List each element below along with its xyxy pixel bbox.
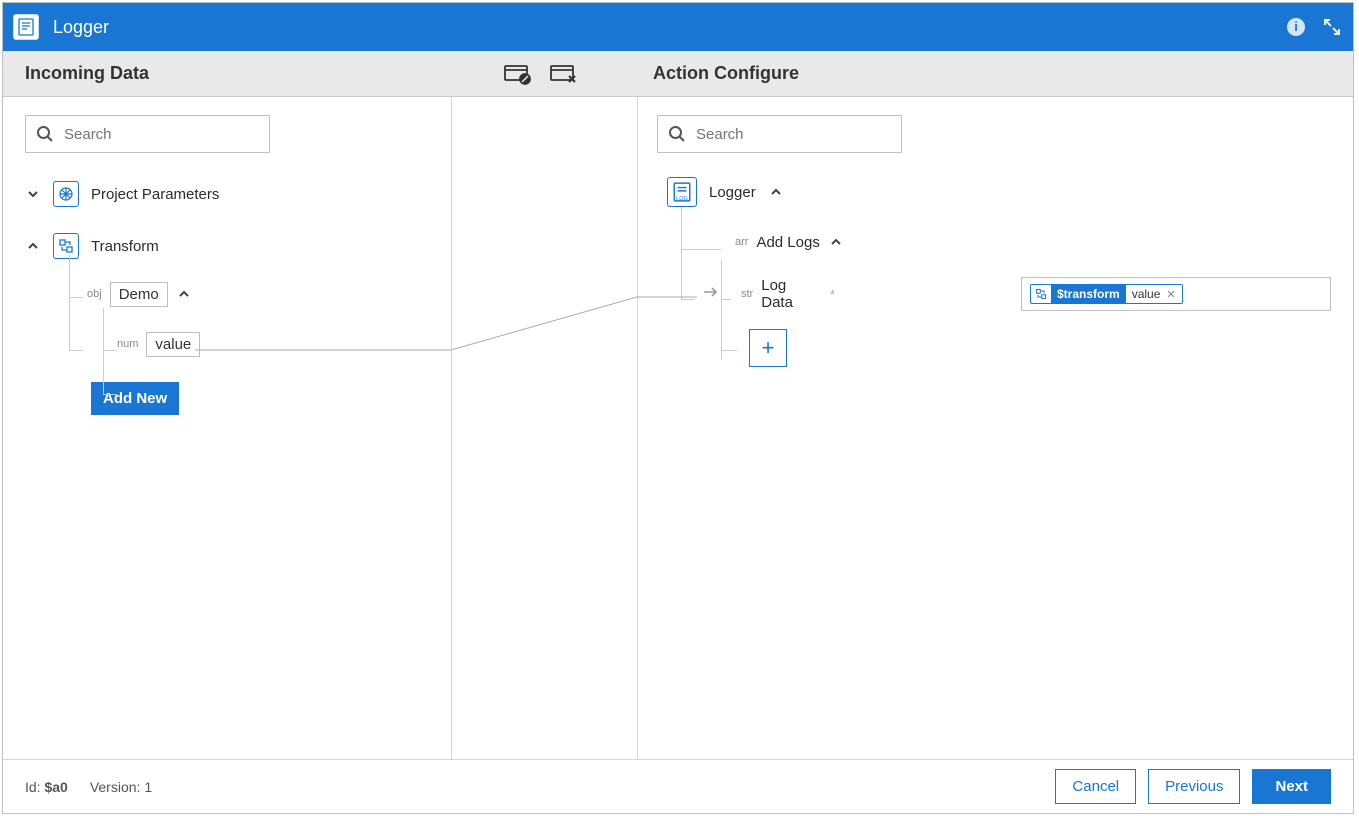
value-chip[interactable]: value [146, 332, 200, 357]
action-search-input[interactable] [696, 126, 891, 143]
info-icon[interactable]: i [1285, 16, 1307, 38]
vertical-divider [451, 97, 452, 759]
clear-mapping-icon[interactable] [549, 62, 579, 86]
tree-connector [69, 255, 70, 350]
chevron-up-icon[interactable] [176, 286, 192, 302]
add-new-button[interactable]: Add New [91, 382, 179, 415]
logger-icon [13, 14, 39, 40]
logger-label: Logger [709, 184, 756, 201]
transform-label: Transform [91, 238, 159, 255]
action-search[interactable] [657, 115, 902, 153]
tree-connector [103, 350, 117, 351]
vertical-divider [637, 97, 638, 759]
add-logs-label: Add Logs [756, 234, 819, 251]
search-icon [36, 125, 54, 143]
type-label: arr [735, 236, 748, 248]
project-params-label: Project Parameters [91, 186, 219, 203]
project-params-icon [53, 181, 79, 207]
toggle-hidden-icon[interactable] [503, 62, 533, 86]
cancel-button[interactable]: Cancel [1055, 769, 1136, 804]
incoming-arrow-icon [703, 285, 721, 304]
tree-connector [103, 308, 104, 394]
tree-connector [103, 394, 117, 395]
transform-pill-icon [1031, 285, 1051, 303]
type-label: num [117, 338, 138, 350]
configure-dialog: Logger i Incoming Data [2, 2, 1354, 814]
incoming-data-title: Incoming Data [25, 63, 149, 84]
chevron-up-icon[interactable] [768, 184, 784, 200]
tree-connector [69, 297, 83, 298]
incoming-search[interactable] [25, 115, 270, 153]
transform-icon [53, 233, 79, 259]
previous-button[interactable]: Previous [1148, 769, 1240, 804]
version-meta: Version: 1 [90, 779, 152, 795]
type-label: obj [87, 288, 102, 300]
tree-connector [69, 350, 83, 351]
pill-value: value [1132, 287, 1161, 301]
chevron-up-icon[interactable] [25, 238, 41, 254]
next-button[interactable]: Next [1252, 769, 1331, 804]
action-configure-panel: LOG Logger arr Add Logs str [651, 97, 1353, 759]
logger-node-icon: LOG [667, 177, 697, 207]
dialog-title: Logger [53, 17, 109, 38]
chevron-down-icon[interactable] [25, 186, 41, 202]
log-data-field[interactable]: $transform value ✕ [1021, 277, 1331, 311]
required-asterisk: * [830, 287, 835, 302]
type-label: str [741, 288, 753, 300]
svg-text:i: i [1294, 19, 1298, 34]
id-meta: Id: $a0 [25, 779, 68, 795]
dialog-footer: Id: $a0 Version: 1 Cancel Previous Next [3, 759, 1353, 813]
subheader: Incoming Data Action C [3, 51, 1353, 97]
dialog-body: Project Parameters Transform obj Demo [3, 97, 1353, 759]
action-configure-title: Action Configure [653, 63, 799, 84]
demo-chip[interactable]: Demo [110, 282, 168, 307]
expand-icon[interactable] [1321, 16, 1343, 38]
mapping-pill[interactable]: $transform value ✕ [1030, 284, 1183, 304]
chevron-up-icon[interactable] [828, 234, 844, 250]
add-log-button[interactable]: + [749, 329, 787, 367]
log-data-label: Log Data [761, 277, 822, 311]
pill-remove-icon[interactable]: ✕ [1166, 288, 1175, 301]
pill-source: $transform [1051, 285, 1126, 303]
search-icon [668, 125, 686, 143]
incoming-search-input[interactable] [64, 126, 259, 143]
dialog-header: Logger i [3, 3, 1353, 51]
svg-text:LOG: LOG [676, 196, 688, 202]
incoming-data-panel: Project Parameters Transform obj Demo [3, 97, 451, 759]
